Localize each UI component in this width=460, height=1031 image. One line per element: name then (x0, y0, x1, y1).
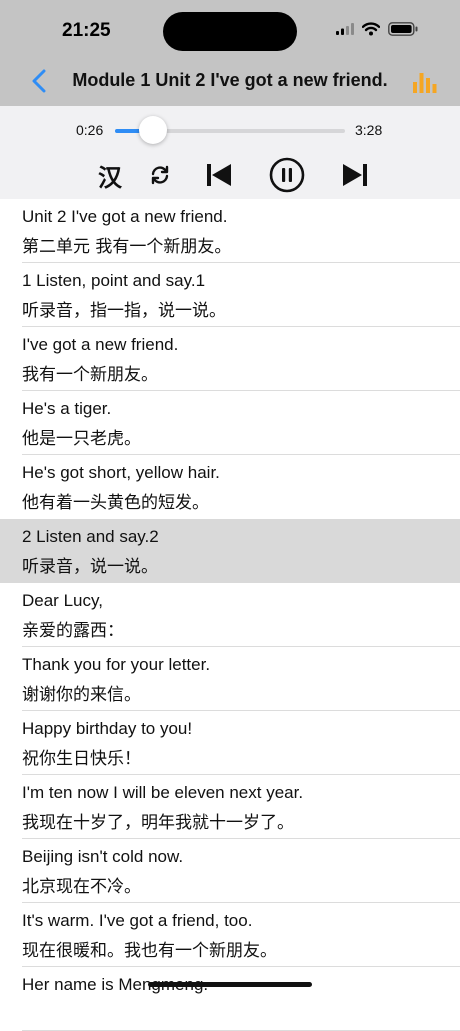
sentence-chinese: 他是一只老虎。 (22, 429, 141, 449)
sentence-chinese: 亲爱的露西： (22, 621, 124, 641)
sentence-chinese: 北京现在不冷。 (22, 877, 141, 897)
pause-circle-icon (269, 157, 305, 193)
current-time: 0:26 (76, 122, 104, 138)
pause-button[interactable] (268, 157, 306, 193)
bar-chart-icon (413, 73, 437, 93)
dynamic-island (163, 12, 297, 51)
sentence-english: 1 Listen, point and say.1 (22, 271, 206, 290)
repeat-button[interactable] (148, 158, 172, 192)
status-icons (336, 22, 418, 36)
battery-icon (388, 22, 418, 36)
sentence-chinese: 谢谢你的来信。 (22, 685, 141, 705)
sentence-row[interactable]: He's got short, yellow hair. 他有着一头黄色的短发。 (0, 455, 460, 519)
sentence-chinese: 听录音，指一指，说一说。 (22, 301, 226, 321)
sentence-row[interactable]: It's warm. I've got a friend, too. 现在很暖和。… (0, 903, 460, 967)
sentence-english: Happy birthday to you! (22, 719, 193, 738)
sentence-row[interactable]: Dear Lucy, 亲爱的露西： (0, 583, 460, 647)
sentence-english: Dear Lucy, (22, 591, 103, 610)
translation-toggle-button[interactable]: 汉 (96, 158, 124, 192)
sentence-row[interactable]: 2 Listen and say.2 听录音，说一说。 (0, 519, 460, 583)
total-time: 3:28 (355, 122, 383, 138)
sentence-row[interactable]: Thank you for your letter. 谢谢你的来信。 (0, 647, 460, 711)
sentence-english: He's a tiger. (22, 399, 112, 418)
next-button[interactable] (341, 158, 369, 192)
progress-slider[interactable] (115, 116, 345, 144)
sentence-english: Unit 2 I've got a new friend. (22, 207, 228, 226)
sentence-row[interactable]: Unit 2 I've got a new friend. 第二单元 我有一个新朋… (0, 199, 460, 263)
skip-next-icon (343, 164, 367, 186)
sentence-row[interactable]: 1 Listen, point and say.1 听录音，指一指，说一说。 (0, 263, 460, 327)
sentence-english: Thank you for your letter. (22, 655, 211, 674)
sentence-row[interactable]: Her name is Mengmeng. (0, 967, 460, 1031)
sentence-english: I've got a new friend. (22, 335, 179, 354)
wifi-icon (362, 22, 380, 36)
sentence-english: 2 Listen and say.2 (22, 527, 159, 546)
sentence-chinese: 祝你生日快乐！ (22, 749, 141, 769)
sentence-list: Unit 2 I've got a new friend. 第二单元 我有一个新朋… (0, 199, 460, 1031)
sentence-english: It's warm. I've got a friend, too. (22, 911, 253, 930)
previous-button[interactable] (205, 158, 233, 192)
chevron-left-icon (32, 69, 46, 93)
sentence-row[interactable]: I'm ten now I will be eleven next year. 我… (0, 775, 460, 839)
sentence-chinese: 第二单元 我有一个新朋友。 (22, 237, 232, 257)
sentence-chinese: 现在很暖和。我也有一个新朋友。 (22, 941, 277, 961)
home-indicator (148, 982, 312, 987)
back-button[interactable] (28, 67, 50, 95)
sentence-row[interactable]: I've got a new friend. 我有一个新朋友。 (0, 327, 460, 391)
page-title: Module 1 Unit 2 I've got a new friend. (72, 70, 388, 90)
status-time: 21:25 (62, 20, 111, 41)
sentence-chinese: 听录音，说一说。 (22, 557, 158, 577)
sentence-chinese: 我现在十岁了，明年我就十一岁了。 (22, 813, 294, 833)
sentence-english: He's got short, yellow hair. (22, 463, 220, 482)
slider-thumb[interactable] (139, 116, 168, 144)
sentence-row[interactable]: Happy birthday to you! 祝你生日快乐！ (0, 711, 460, 775)
sentence-row[interactable]: He's a tiger. 他是一只老虎。 (0, 391, 460, 455)
bar-chart-button[interactable] (412, 70, 438, 94)
signal-icon (336, 23, 354, 35)
sentence-row[interactable]: Beijing isn't cold now. 北京现在不冷。 (0, 839, 460, 903)
sentence-chinese: 我有一个新朋友。 (22, 365, 158, 385)
top-bar: 21:25 Module 1 Unit 2 I've got a new fri… (0, 0, 460, 106)
sentence-english: Beijing isn't cold now. (22, 847, 184, 866)
skip-previous-icon (207, 164, 231, 186)
audio-player: 0:26 3:28 汉 (0, 106, 460, 199)
sentence-chinese: 他有着一头黄色的短发。 (22, 493, 209, 513)
sentence-english: I'm ten now I will be eleven next year. (22, 783, 304, 802)
repeat-icon (151, 165, 169, 185)
